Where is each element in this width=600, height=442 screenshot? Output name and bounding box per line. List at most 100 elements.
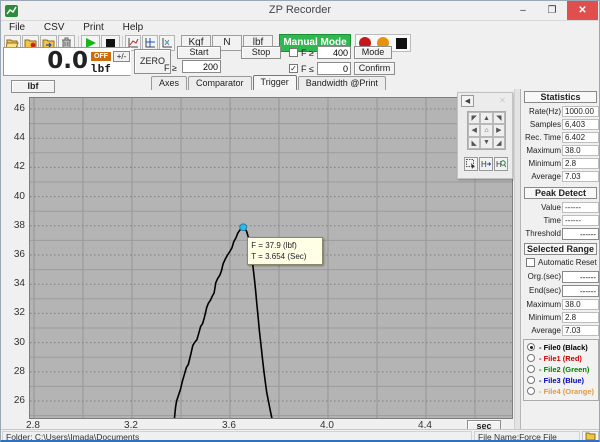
status-file-name: File Name:Force File [474, 431, 580, 442]
pan-up-right-button[interactable]: ◥ [493, 112, 505, 124]
measurement-value: 0.0 [4, 48, 88, 75]
stop-ge-checkbox[interactable] [289, 48, 298, 57]
svg-text:H: H [481, 160, 487, 169]
stat-value: 2.8 [562, 158, 599, 169]
file3-radio[interactable] [527, 376, 535, 384]
pan-tool-icon: H [481, 159, 491, 169]
tab-bar: AxesComparatorTriggerBandwidth @Print [151, 75, 387, 90]
y-axis-labels: 4644424038363432302826 [1, 97, 27, 419]
control-row: 0.0 OFF +/- lbf ZERO Start F ≥ Stop F ≥ … [1, 45, 521, 77]
menu-file[interactable]: File [1, 21, 33, 34]
automatic-reset-checkbox[interactable] [526, 258, 535, 267]
chart-plot-area[interactable]: F = 37.9 (lbf) T = 3.654 (Sec) [29, 97, 513, 419]
pan-down-right-button[interactable]: ◢ [493, 137, 505, 149]
start-button[interactable]: Start [177, 46, 221, 59]
y-axis-tick-label: 32 [1, 307, 25, 318]
pan-down-left-button[interactable]: ◣ [468, 137, 480, 149]
automatic-reset-label: Automatic Reset [538, 258, 597, 267]
maximize-button[interactable]: ❐ [538, 1, 566, 20]
pan-left-button[interactable]: ◀ [468, 124, 480, 136]
panel-close-button[interactable]: ✕ [496, 95, 509, 107]
y-axis-tick-label: 34 [1, 278, 25, 289]
browse-folder-button[interactable] [582, 431, 599, 442]
folder-icon [585, 432, 596, 441]
threshold-label: Threshold [521, 229, 561, 238]
y-axis-tick-label: 36 [1, 249, 25, 260]
measurement-unit: lbf [91, 62, 111, 75]
menu-help[interactable]: Help [115, 21, 152, 34]
off-badge: OFF [91, 52, 111, 61]
file-select-box: - File0 (Black) - File1 (Red) - File2 (G… [523, 339, 599, 401]
range-stat-label: Minimum [521, 313, 561, 322]
statistics-header: Statistics [524, 91, 597, 103]
pan-up-button[interactable]: ▲ [480, 112, 492, 124]
menu-print[interactable]: Print [75, 21, 112, 34]
start-threshold-label: F ≥ [164, 63, 177, 73]
stat-label: Rec. Time [521, 133, 561, 142]
pan-tool-button[interactable]: H [479, 157, 493, 171]
stat-value: 6,403 [562, 119, 599, 130]
y-axis-tick-label: 28 [1, 366, 25, 377]
y-axis-tick-label: 26 [1, 395, 25, 406]
y-axis-tick-label: 46 [1, 103, 25, 114]
mode-button[interactable]: Mode [354, 46, 392, 59]
tab-trigger[interactable]: Trigger [253, 75, 297, 90]
stat-value: 7.03 [562, 171, 599, 182]
home-reset-button[interactable]: ⌂ [480, 124, 492, 136]
tooltip-time: T = 3.654 (Sec) [251, 251, 319, 262]
range-end-label: End(sec) [521, 286, 561, 295]
tab-axes[interactable]: Axes [151, 76, 187, 90]
threshold-input[interactable] [562, 228, 599, 240]
range-end-input[interactable] [562, 285, 599, 297]
tab-bandwidth-print[interactable]: Bandwidth @Print [298, 76, 386, 90]
confirm-button[interactable]: Confirm [354, 62, 395, 75]
peak-value: ------ [562, 215, 599, 226]
chart-tools: H H [464, 157, 509, 173]
y-axis-tick-label: 40 [1, 191, 25, 202]
menu-bar: File CSV Print Help [1, 21, 599, 35]
stop-ge-label: F ≥ [301, 48, 314, 58]
start-threshold-input[interactable] [182, 60, 221, 73]
zoom-tool-icon: H [496, 159, 506, 169]
tab-comparator[interactable]: Comparator [188, 76, 252, 90]
minimize-button[interactable]: – [509, 1, 537, 20]
stop-ge-input[interactable] [317, 46, 351, 59]
panel-collapse-button[interactable]: ◀ [461, 95, 474, 107]
select-tool-button[interactable] [464, 157, 478, 171]
file0-radio[interactable] [527, 343, 535, 351]
app-window: ZP Recorder – ❐ ✕ File CSV Print Help [0, 0, 600, 442]
zoom-tool-button[interactable]: H [494, 157, 508, 171]
selected-range-header: Selected Range [524, 243, 597, 255]
peak-label: Time [521, 216, 561, 225]
stop-le-label: F ≤ [301, 64, 314, 74]
peak-label: Value [521, 203, 561, 212]
tooltip-force: F = 37.9 (lbf) [251, 240, 319, 251]
y-axis-tick-label: 42 [1, 161, 25, 172]
pan-right-button[interactable]: ▶ [493, 124, 505, 136]
stat-label: Average [521, 172, 561, 181]
file1-radio[interactable] [527, 354, 535, 362]
stop-le-input[interactable] [317, 62, 351, 75]
stat-label: Samples [521, 120, 561, 129]
peak-value: ------ [562, 202, 599, 213]
range-stat-label: Average [521, 326, 561, 335]
y-axis-unit-button[interactable]: lbf [11, 80, 55, 93]
title-bar: ZP Recorder – ❐ ✕ [1, 1, 599, 21]
menu-csv[interactable]: CSV [36, 21, 73, 34]
stop-button[interactable]: Stop [241, 46, 281, 59]
file4-radio[interactable] [527, 387, 535, 395]
stat-value: 1000.00 [562, 106, 599, 117]
plus-minus-button[interactable]: +/- [113, 51, 130, 62]
range-stat-value: 2.8 [562, 312, 599, 323]
stat-label: Maximum [521, 146, 561, 155]
stop-le-checkbox[interactable]: ✓ [289, 64, 298, 73]
pan-down-button[interactable]: ▼ [480, 137, 492, 149]
range-org-input[interactable] [562, 271, 599, 283]
file2-radio[interactable] [527, 365, 535, 373]
close-button[interactable]: ✕ [567, 1, 598, 20]
measurement-display: 0.0 OFF +/- lbf [3, 47, 131, 76]
right-panel: Statistics Rate(Hz) 1000.00 Samples 6,40… [520, 89, 600, 429]
stat-label: Rate(Hz) [521, 107, 561, 116]
pan-up-left-button[interactable]: ◤ [468, 112, 480, 124]
y-axis-tick-label: 44 [1, 132, 25, 143]
